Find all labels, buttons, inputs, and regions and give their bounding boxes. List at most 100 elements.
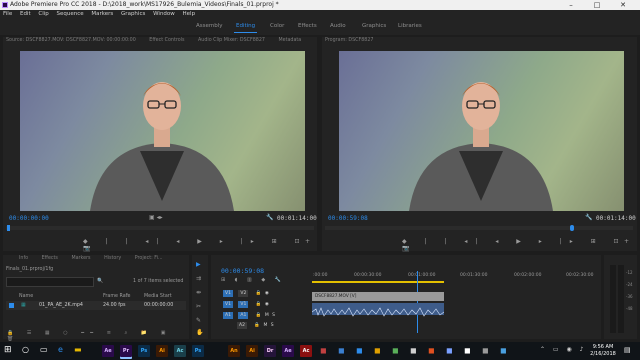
label-color-swatch[interactable] (9, 303, 14, 308)
app-icon-generic[interactable]: ◼ (320, 346, 327, 355)
dr-app-icon[interactable]: Dr (264, 345, 276, 357)
search-icon[interactable]: 🔍 (97, 278, 103, 284)
program-timecode-current[interactable]: 00:00:59:08 (328, 215, 368, 222)
edge-icon[interactable]: e (58, 345, 63, 354)
tab-program[interactable]: Program: DSCF8827 (325, 38, 373, 43)
timeline-playhead[interactable] (417, 271, 418, 333)
solo-button[interactable]: S (272, 313, 275, 318)
menu-file[interactable]: File (3, 11, 12, 17)
menu-clip[interactable]: Clip (38, 11, 48, 17)
notifications-icon[interactable]: ▤ (624, 346, 631, 354)
track-label[interactable]: A2 (237, 322, 247, 329)
track-target-toggle[interactable]: V1 (223, 290, 233, 297)
tab-metadata[interactable]: Metadata (278, 38, 301, 43)
system-tray-icons[interactable]: ⌃ ▭ ◉ ♪ (540, 346, 586, 353)
tab-audio-clip-mixer[interactable]: Audio Clip Mixer: DSCF8827 (198, 38, 265, 43)
ripple-edit-tool-icon[interactable]: ⇹ (196, 289, 201, 296)
minimize-button[interactable]: – (560, 0, 582, 10)
track-label[interactable]: V1 (238, 301, 249, 308)
eye-icon[interactable]: ◉ (265, 291, 269, 296)
wrench-icon[interactable]: 🔧 (266, 214, 273, 221)
lock-icon[interactable]: 🔒 (256, 291, 262, 296)
app-icon-generic[interactable]: ◼ (356, 346, 363, 355)
program-video-frame[interactable] (339, 51, 624, 211)
pen-tool-icon[interactable]: ✎ (196, 317, 201, 324)
app-icon-generic[interactable]: ◼ (428, 346, 435, 355)
tab-info[interactable]: Info (19, 256, 28, 261)
track-target-toggle[interactable]: V1 (223, 301, 233, 308)
workspace-assembly[interactable]: Assembly (196, 23, 223, 29)
app-icon-generic[interactable]: ◼ (500, 346, 507, 355)
menu-markers[interactable]: Markers (91, 11, 113, 17)
ae-app-icon-2[interactable]: Ae (282, 345, 294, 357)
project-footer-controls[interactable]: 🔒 ☰ ▦ ○ ━━ ≡ ⌕ 📁 ▣ 🗑 (7, 330, 189, 342)
track-label[interactable]: A1 (238, 312, 249, 319)
menu-window[interactable]: Window (153, 11, 175, 17)
lock-icon[interactable]: 🔒 (254, 323, 260, 328)
app-icon-generic[interactable]: ◼ (392, 346, 399, 355)
menu-edit[interactable]: Edit (20, 11, 31, 17)
tab-source[interactable]: Source: DSCF8827.MOV: DSCF8827.MOV: 00:0… (6, 38, 136, 43)
project-search-input[interactable] (6, 277, 94, 287)
track-target-toggle[interactable]: A1 (223, 312, 233, 319)
program-transport-controls[interactable]: ◆ | | ◂| ◂ ▶ ▸ |▸ ⊞ ⊡ 📷 (402, 238, 637, 252)
program-playhead[interactable] (570, 225, 574, 231)
app-icon-generic[interactable]: ◼ (464, 346, 471, 355)
source-timecode-current[interactable]: 00:00:00:00 (9, 215, 49, 222)
lock-icon[interactable]: 🔒 (256, 313, 262, 318)
close-button[interactable]: ✕ (612, 0, 634, 10)
ps-app-icon[interactable]: Ps (138, 345, 150, 357)
menu-graphics[interactable]: Graphics (121, 11, 145, 17)
column-name[interactable]: Name (19, 294, 33, 299)
source-scrub-bar[interactable] (6, 225, 314, 231)
source-video-frame[interactable] (20, 51, 305, 211)
workspace-color[interactable]: Color (270, 23, 284, 29)
an-app-icon[interactable]: An (228, 345, 240, 357)
timeline-timecode[interactable]: 00:00:59:08 (221, 267, 264, 275)
app-icon-generic[interactable]: ◼ (482, 346, 489, 355)
track-label[interactable]: V2 (238, 290, 249, 297)
source-playhead[interactable] (7, 225, 10, 231)
file-explorer-icon[interactable]: ▬ (74, 345, 82, 354)
tab-effect-controls[interactable]: Effect Controls (149, 38, 184, 43)
eye-icon[interactable]: ◉ (265, 302, 269, 307)
tab-effects[interactable]: Effects (42, 256, 58, 261)
cortana-icon[interactable]: ○ (22, 345, 29, 354)
app-icon-generic[interactable]: ◼ (410, 346, 417, 355)
app-icon-generic[interactable]: ◼ (446, 346, 453, 355)
maximize-button[interactable]: □ (586, 0, 608, 10)
column-media-start[interactable]: Media Start (144, 294, 172, 299)
menu-help[interactable]: Help (183, 11, 196, 17)
program-add-button[interactable]: + (624, 238, 629, 245)
workspace-graphics[interactable]: Graphics (362, 23, 386, 29)
workspace-effects[interactable]: Effects (298, 23, 317, 29)
table-row[interactable]: ▦ 01_PA_AE_2K.mp4 24.00 fps 00:00:00:00 (6, 301, 186, 310)
sort-ascending-icon[interactable]: ⌃ (125, 293, 129, 299)
timeline-ruler[interactable]: :00:00 00:00:30:00 00:01:00:00 00:01:30:… (312, 271, 601, 279)
tab-history[interactable]: History (104, 256, 121, 261)
program-scrub-bar[interactable] (325, 225, 633, 231)
fit-icon[interactable]: ▣ ◂▸ (149, 214, 163, 221)
tab-markers[interactable]: Markers (71, 256, 90, 261)
video-clip[interactable]: DSCF8827.MOV [V] (312, 292, 444, 301)
ac-app-icon[interactable]: Ac (174, 345, 186, 357)
workspace-audio[interactable]: Audio (330, 23, 346, 29)
wrench-icon[interactable]: 🔧 (585, 214, 592, 221)
timeline-tool-icons[interactable]: ⊞ ◖ ▥ ◆ 🔧 (221, 277, 285, 283)
ai-app-icon[interactable]: Ai (156, 345, 168, 357)
tab-project[interactable]: Project: Fi... (135, 256, 163, 261)
ai-app-icon-2[interactable]: Ai (246, 345, 258, 357)
clock[interactable]: 9:56 AM 2/16/2018 (588, 344, 618, 358)
hand-tool-icon[interactable]: ✋ (196, 329, 203, 336)
mute-button[interactable]: M (265, 313, 269, 318)
app-icon-generic[interactable]: ◼ (338, 346, 345, 355)
solo-button[interactable]: S (271, 323, 274, 328)
workspace-libraries[interactable]: Libraries (398, 23, 422, 29)
windows-start-icon[interactable]: ⊞ (4, 345, 12, 355)
workspace-editing[interactable]: Editing (233, 23, 258, 33)
lock-icon[interactable]: 🔒 (256, 302, 262, 307)
selection-tool-icon[interactable]: ▶ (196, 261, 201, 268)
ps-app-icon-2[interactable]: Ps (192, 345, 204, 357)
acrobat-app-icon[interactable]: Ac (300, 345, 312, 357)
track-select-tool-icon[interactable]: ⇉ (196, 275, 201, 282)
